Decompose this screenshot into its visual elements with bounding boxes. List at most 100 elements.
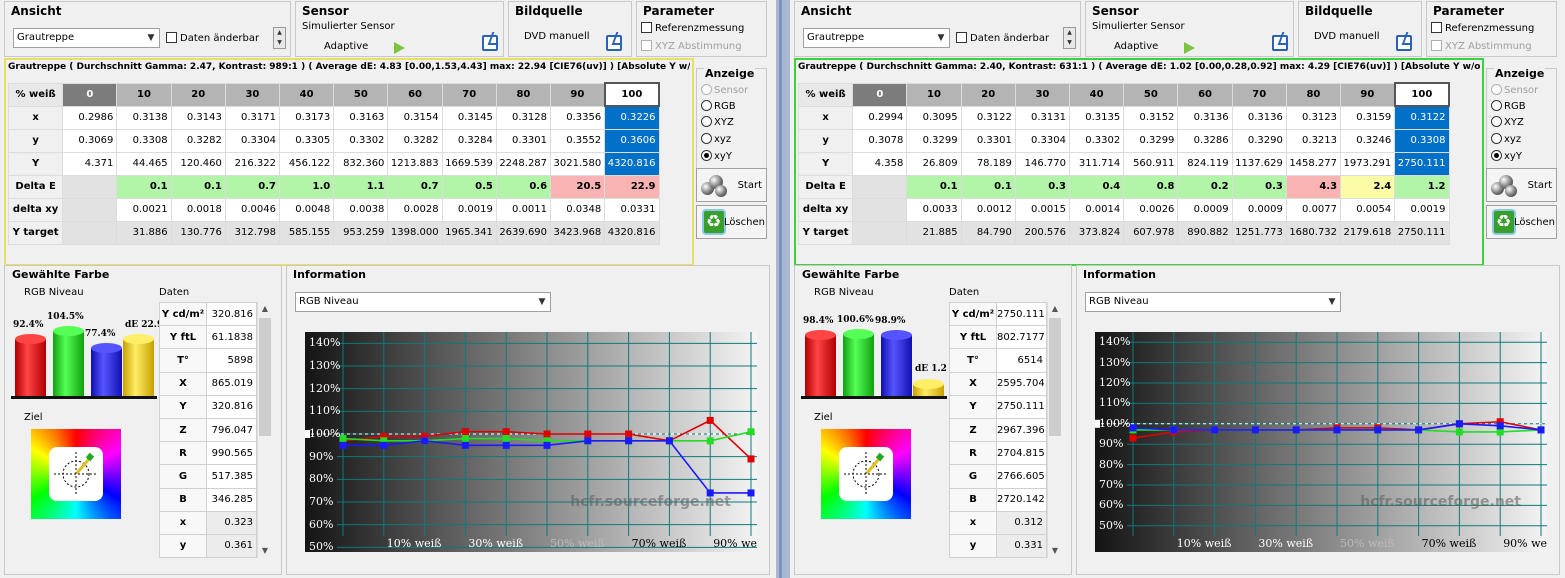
table-cell[interactable]: 0.3171	[224, 105, 281, 130]
column-header-6[interactable]: 60	[1177, 82, 1233, 107]
table-cell[interactable]: 0.2994	[852, 105, 908, 130]
table-cell[interactable]: 953.259	[333, 220, 389, 245]
table-cell[interactable]: 0.1	[906, 174, 962, 199]
source-config-icon[interactable]	[1396, 35, 1412, 51]
spin-buttons[interactable]: ▲ ▼	[273, 27, 286, 49]
table-cell[interactable]: 0.3122	[960, 105, 1016, 130]
table-cell[interactable]: 0.3131	[1014, 105, 1071, 130]
table-cell[interactable]: 2179.618	[1340, 220, 1396, 245]
table-cell[interactable]: 0.0011	[495, 197, 552, 222]
table-cell[interactable]: 0.0015	[1014, 197, 1071, 222]
column-header-8[interactable]: 80	[495, 82, 552, 107]
column-header-1[interactable]: 10	[906, 82, 962, 107]
radio-rgb[interactable]: RGB	[1491, 100, 1526, 112]
play-icon[interactable]	[394, 42, 405, 54]
table-cell[interactable]: 21.885	[906, 220, 962, 245]
column-header-1[interactable]: 10	[116, 82, 172, 107]
table-cell[interactable]: 146.770	[1014, 151, 1071, 176]
table-cell[interactable]: 120.460	[170, 151, 226, 176]
table-cell[interactable]: 0.3305	[279, 128, 335, 153]
sensor-config-icon[interactable]	[482, 35, 498, 51]
column-header-9[interactable]: 90	[1340, 82, 1396, 107]
scroll-down-icon[interactable]: ▼	[258, 544, 272, 558]
table-cell[interactable]: 0.3152	[1123, 105, 1179, 130]
table-cell[interactable]: 824.119	[1177, 151, 1233, 176]
table-cell[interactable]: 0.2986	[62, 105, 118, 130]
table-cell[interactable]	[62, 174, 118, 199]
table-cell[interactable]: 0.0014	[1069, 197, 1125, 222]
table-cell[interactable]: 0.3290	[1231, 128, 1287, 153]
table-cell[interactable]: 84.790	[960, 220, 1016, 245]
table-cell[interactable]: 0.0348	[550, 197, 606, 222]
table-cell[interactable]: 0.3308	[1394, 128, 1450, 153]
table-cell[interactable]: 4.3	[1285, 174, 1342, 199]
table-cell[interactable]: 0.3246	[1340, 128, 1396, 153]
radio-xyz-upper[interactable]: XYZ	[1491, 116, 1524, 128]
column-header-7[interactable]: 70	[441, 82, 497, 107]
table-cell[interactable]: 44.465	[116, 151, 172, 176]
daten-aenderbar-checkbox[interactable]: Daten änderbar	[166, 32, 259, 45]
sensor-config-icon[interactable]	[1272, 35, 1288, 51]
table-cell[interactable]: 1.0	[279, 174, 335, 199]
table-cell[interactable]: 0.3069	[62, 128, 118, 153]
table-cell[interactable]: 4320.816	[604, 151, 660, 176]
table-cell[interactable]: 4320.816	[604, 220, 660, 245]
table-cell[interactable]: 4.358	[852, 151, 908, 176]
table-cell[interactable]: 0.3143	[170, 105, 226, 130]
table-cell[interactable]: 560.911	[1123, 151, 1179, 176]
table-cell[interactable]: 0.3304	[224, 128, 281, 153]
table-cell[interactable]: 0.3	[1231, 174, 1287, 199]
scroll-thumb[interactable]	[259, 318, 271, 436]
table-cell[interactable]: 0.3123	[1285, 105, 1342, 130]
table-cell[interactable]: 0.0012	[960, 197, 1016, 222]
spin-buttons[interactable]: ▲ ▼	[1063, 27, 1076, 49]
table-cell[interactable]	[62, 197, 118, 222]
table-cell[interactable]: 1213.883	[387, 151, 443, 176]
column-header-9[interactable]: 90	[550, 82, 606, 107]
data-scrollbar[interactable]: ▲ ▼	[257, 302, 271, 558]
table-cell[interactable]: 1398.000	[387, 220, 443, 245]
table-cell[interactable]: 0.0009	[1177, 197, 1233, 222]
radio-sensor[interactable]: Sensor	[701, 84, 748, 96]
column-header-2[interactable]: 20	[170, 82, 226, 107]
referenzmessung-checkbox[interactable]: Referenzmessung	[641, 22, 744, 35]
loeschen-button[interactable]: Löschen	[1486, 205, 1557, 239]
data-scrollbar[interactable]: ▲ ▼	[1047, 302, 1061, 558]
table-cell[interactable]: 0.3163	[333, 105, 389, 130]
radio-xyz-lower[interactable]: xyz	[701, 133, 731, 145]
referenzmessung-checkbox[interactable]: Referenzmessung	[1431, 22, 1534, 35]
table-cell[interactable]: 0.0331	[604, 197, 660, 222]
table-cell[interactable]: 26.809	[906, 151, 962, 176]
daten-aenderbar-checkbox[interactable]: Daten änderbar	[956, 32, 1049, 45]
scroll-thumb[interactable]	[1049, 318, 1061, 436]
table-cell[interactable]: 20.5	[550, 174, 606, 199]
view-mode-combo[interactable]: Grautreppe ▼	[803, 28, 950, 48]
table-cell[interactable]: 0.3308	[116, 128, 172, 153]
table-cell[interactable]: 0.0038	[333, 197, 389, 222]
table-cell[interactable]: 2248.287	[495, 151, 552, 176]
table-cell[interactable]: 0.3299	[906, 128, 962, 153]
table-cell[interactable]: 2.4	[1340, 174, 1396, 199]
table-cell[interactable]: 0.5	[441, 174, 497, 199]
table-cell[interactable]: 0.0046	[224, 197, 281, 222]
table-cell[interactable]: 373.824	[1069, 220, 1125, 245]
table-cell[interactable]: 0.3301	[960, 128, 1016, 153]
table-cell[interactable]: 0.0028	[387, 197, 443, 222]
xyz-abstimmung-checkbox[interactable]: XYZ Abstimmung	[1431, 40, 1532, 53]
table-cell[interactable]: 1669.539	[441, 151, 497, 176]
table-cell[interactable]: 31.886	[116, 220, 172, 245]
table-cell[interactable]	[62, 220, 118, 245]
table-cell[interactable]: 2750.111	[1394, 151, 1450, 176]
table-cell[interactable]: 1458.277	[1285, 151, 1342, 176]
table-cell[interactable]: 0.3302	[333, 128, 389, 153]
view-mode-combo[interactable]: Grautreppe ▼	[13, 28, 160, 48]
table-cell[interactable]	[852, 174, 908, 199]
table-cell[interactable]: 0.3301	[495, 128, 552, 153]
radio-xyz-upper[interactable]: XYZ	[701, 116, 734, 128]
column-header-3[interactable]: 30	[224, 82, 281, 107]
table-cell[interactable]: 0.3135	[1069, 105, 1125, 130]
radio-xyz-lower[interactable]: xyz	[1491, 133, 1521, 145]
table-cell[interactable]	[852, 197, 908, 222]
table-cell[interactable]: 3021.580	[550, 151, 606, 176]
table-cell[interactable]: 0.1	[116, 174, 172, 199]
